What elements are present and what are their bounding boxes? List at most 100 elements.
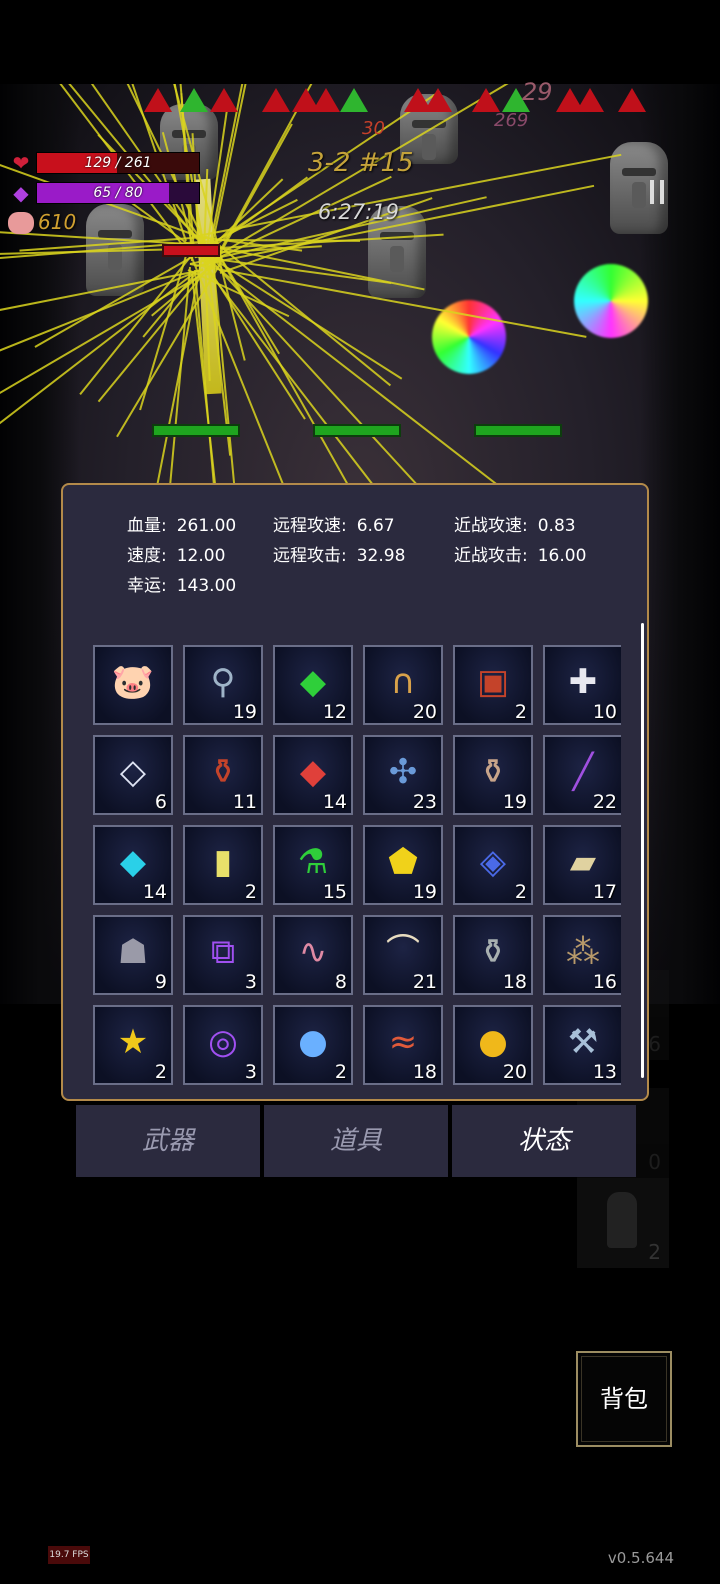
stat-value: 143.00 <box>176 576 237 596</box>
inventory-slot[interactable]: ◆ 12 <box>273 645 353 725</box>
heart-icon: ❤ <box>12 151 30 175</box>
inventory-slot[interactable]: ◆ 14 <box>93 825 173 905</box>
damage-number: 29 <box>522 78 553 106</box>
inventory-slot[interactable]: ◎ 3 <box>183 1005 263 1085</box>
stat-label: 远程攻击: <box>273 546 347 566</box>
enemy-marker <box>618 88 646 112</box>
inventory-slot[interactable]: ∩ 20 <box>363 645 443 725</box>
backpack-button[interactable]: 背包 <box>576 1351 672 1447</box>
item-count: 23 <box>412 791 437 813</box>
tab-status[interactable]: 状态 <box>452 1105 636 1177</box>
inventory-slot[interactable]: ⚱ 11 <box>183 735 263 815</box>
inventory-slot[interactable]: ⌒ 21 <box>363 915 443 995</box>
scrollbar[interactable] <box>641 623 644 1078</box>
inventory-slot[interactable]: ✣ 23 <box>363 735 443 815</box>
item-count: 9 <box>154 971 167 993</box>
stat-hp: 血量: 261.00 <box>127 511 236 536</box>
moai-icon <box>607 1192 637 1248</box>
item-count: 14 <box>322 791 347 813</box>
inventory-slot[interactable]: ◆ 14 <box>273 735 353 815</box>
stat-label: 血量: <box>127 516 167 536</box>
inventory-slot[interactable]: ⬟ 19 <box>363 825 443 905</box>
stat-value: 6.67 <box>356 516 395 536</box>
side-slot-count: 6 <box>648 1032 661 1056</box>
item-count: 19 <box>232 701 257 723</box>
side-slot[interactable]: 2 <box>577 1178 669 1268</box>
item-count: 20 <box>502 1061 527 1083</box>
item-count: 19 <box>412 881 437 903</box>
tab-weapons[interactable]: 武器 <box>76 1105 260 1177</box>
tab-items[interactable]: 道具 <box>264 1105 448 1177</box>
item-count: 10 <box>592 701 617 723</box>
ally-marker <box>180 88 208 112</box>
stat-label: 近战攻速: <box>454 516 528 536</box>
stat-value: 16.00 <box>537 546 587 566</box>
inventory-slot[interactable]: ⚒ 13 <box>543 1005 621 1085</box>
inventory-slot[interactable]: ▣ 2 <box>453 645 533 725</box>
game-timer: 6:27:19 <box>318 200 399 224</box>
stat-value: 12.00 <box>176 546 226 566</box>
pause-button[interactable] <box>650 180 666 204</box>
ally-marker <box>340 88 368 112</box>
inventory-slot[interactable]: ☗ 9 <box>93 915 173 995</box>
inventory-slot[interactable]: ⚗ 15 <box>273 825 353 905</box>
item-count: 13 <box>592 1061 617 1083</box>
inventory-slot[interactable]: ● 2 <box>273 1005 353 1085</box>
stat-ranged-speed: 远程攻速: 6.67 <box>273 511 395 536</box>
enemy-marker <box>210 88 238 112</box>
mp-text: 65 / 80 <box>93 185 143 201</box>
piggy-bank-icon: 🐷 <box>111 662 155 702</box>
fps-counter: 19.7 FPS <box>48 1546 90 1564</box>
stat-label: 幸运: <box>127 576 167 596</box>
enemy-health-bar <box>313 424 401 437</box>
inventory-slot[interactable]: ▮ 2 <box>183 825 263 905</box>
inventory-slot[interactable]: ◈ 2 <box>453 825 533 905</box>
item-count: 8 <box>334 971 347 993</box>
coin-count: 610 <box>38 210 77 234</box>
item-count: 22 <box>592 791 617 813</box>
inventory-slot[interactable]: ⚲ 19 <box>183 645 263 725</box>
item-count: 2 <box>514 881 527 903</box>
damage-number: 30 <box>362 118 385 139</box>
item-count: 17 <box>592 881 617 903</box>
item-count: 15 <box>322 881 347 903</box>
inventory-slot[interactable]: ★ 2 <box>93 1005 173 1085</box>
enemy-marker <box>262 88 290 112</box>
inventory-slot[interactable]: ✚ 10 <box>543 645 621 725</box>
item-count: 6 <box>154 791 167 813</box>
enemy-marker <box>144 88 172 112</box>
stat-value: 0.83 <box>537 516 576 536</box>
inventory-slot[interactable]: ⁂ 16 <box>543 915 621 995</box>
stat-value: 32.98 <box>356 546 406 566</box>
damage-number: 269 <box>494 110 529 131</box>
enemy-markers <box>140 84 660 114</box>
inventory-slot[interactable]: ● 20 <box>453 1005 533 1085</box>
inventory-slot[interactable]: ⚱ 18 <box>453 915 533 995</box>
inventory-slot[interactable]: ◇ 6 <box>93 735 173 815</box>
item-count: 16 <box>592 971 617 993</box>
inventory-slot[interactable]: ∿ 8 <box>273 915 353 995</box>
stat-label: 远程攻速: <box>273 516 347 536</box>
stat-ranged-attack: 远程攻击: 32.98 <box>273 541 405 566</box>
enemy-marker <box>472 88 500 112</box>
item-count: 21 <box>412 971 437 993</box>
inventory-slot[interactable]: ⚱ 19 <box>453 735 533 815</box>
inventory-slot[interactable]: ▰ 17 <box>543 825 621 905</box>
mp-bar: 65 / 80 <box>36 182 200 204</box>
inventory-slot[interactable]: ⧉ 3 <box>183 915 263 995</box>
item-count: 19 <box>502 791 527 813</box>
stat-label: 速度: <box>127 546 167 566</box>
enemy-marker <box>424 88 452 112</box>
inventory-slot[interactable]: ≈18 <box>363 1005 443 1085</box>
enemy-health-bar <box>152 424 240 437</box>
item-count: 2 <box>154 1061 167 1083</box>
enemy-marker <box>576 88 604 112</box>
item-count: 3 <box>244 1061 257 1083</box>
item-count: 20 <box>412 701 437 723</box>
enemy-health-bar <box>162 244 220 257</box>
stat-melee-attack: 近战攻击: 16.00 <box>454 541 586 566</box>
inventory-slot[interactable]: 🐷 <box>93 645 173 725</box>
inventory-slot[interactable]: ╱ 22 <box>543 735 621 815</box>
item-count: 2 <box>514 701 527 723</box>
enemy-health-bar <box>474 424 562 437</box>
